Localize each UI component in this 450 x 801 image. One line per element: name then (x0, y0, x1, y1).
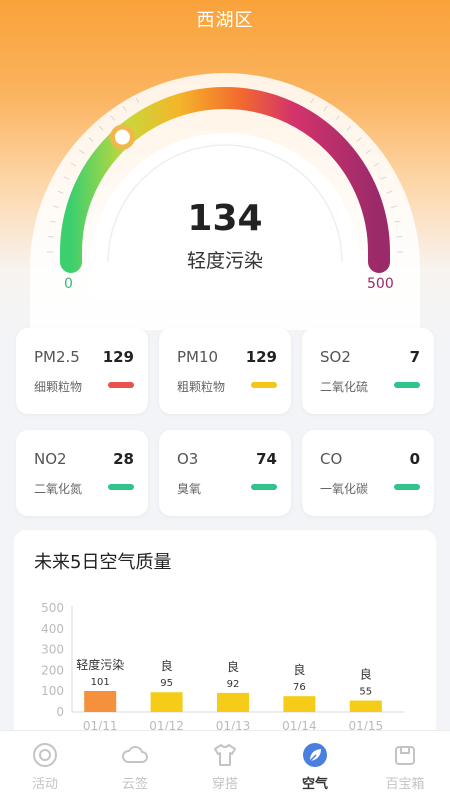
pollutant-level-bar (394, 382, 420, 388)
forecast-bar (283, 696, 316, 712)
bar-value-label: 101 (91, 677, 110, 688)
tab-label: 百宝箱 (385, 777, 425, 792)
pollutant-value: 129 (102, 348, 134, 366)
tab-label: 活动 (31, 777, 58, 792)
pollutant-value: 74 (256, 450, 277, 468)
aqi-value: 134 (187, 198, 263, 239)
location-title[interactable]: 西湖区 (0, 6, 450, 32)
pollutant-name: CO (320, 450, 343, 468)
tab-air[interactable]: 空气 (270, 731, 360, 801)
scale-max-label: 500 (367, 276, 394, 292)
pollutant-level-bar (251, 382, 277, 388)
pollutant-desc: 一氧化碳 (320, 482, 369, 496)
pollutant-name: O3 (177, 450, 199, 468)
y-tick-label: 0 (56, 705, 64, 719)
pollutant-desc: 二氧化硫 (320, 380, 369, 394)
forecast-card: 未来5日空气质量 0 100 200 300 400 500 101 轻度污染 01/11 95 良… (14, 530, 436, 740)
cloud-icon (122, 746, 148, 763)
y-tick-label: 500 (41, 601, 64, 615)
bar-level-label: 良 (360, 667, 372, 682)
pollutant-name: SO2 (320, 348, 351, 366)
pollutant-value: 129 (245, 348, 277, 366)
pollutant-level-bar (108, 484, 134, 490)
shirt-icon (214, 744, 236, 766)
pollutant-card-o3[interactable]: O3 74 臭氧 (159, 430, 291, 516)
forecast-bar (349, 700, 382, 712)
pollutant-desc: 臭氧 (177, 482, 202, 496)
tab-label: 云签 (121, 777, 148, 792)
pollutant-card-pm10[interactable]: PM10 129 粗颗粒物 (159, 328, 291, 414)
pollutant-level-bar (251, 484, 277, 490)
bottom-tab-bar: 活动 云签 穿搭 空气 百宝箱 (0, 730, 450, 801)
aqi-gauge (30, 73, 420, 330)
y-tick-label: 400 (41, 622, 64, 636)
bar-value-label: 55 (359, 687, 372, 698)
tab-label: 穿搭 (211, 777, 238, 792)
leaf-icon (303, 743, 327, 767)
y-tick-label: 100 (41, 684, 64, 698)
bar-value-label: 92 (227, 679, 240, 690)
bar-level-label: 良 (293, 662, 305, 677)
bar-level-label: 良 (161, 658, 173, 673)
forecast-bar (217, 692, 249, 712)
bar-value-label: 95 (160, 678, 173, 689)
box-icon (395, 746, 415, 765)
forecast-bar (150, 692, 183, 712)
bar-level-label: 良 (227, 659, 239, 674)
pollutant-card-no2[interactable]: NO2 28 二氧化氮 (16, 430, 148, 516)
gauge-marker (109, 124, 135, 150)
pollutant-desc: 二氧化氮 (34, 482, 83, 496)
y-tick-label: 200 (41, 663, 64, 677)
y-tick-label: 300 (41, 643, 64, 657)
aqi-level: 轻度污染 (186, 250, 263, 272)
bar-level-label: 轻度污染 (76, 657, 124, 672)
tab-cloud[interactable]: 云签 (90, 731, 180, 801)
pollutant-name: NO2 (34, 450, 67, 468)
tab-toolbox[interactable]: 百宝箱 (360, 731, 450, 801)
pollutant-level-bar (394, 484, 420, 490)
pollutant-desc: 粗颗粒物 (177, 380, 226, 394)
pollutant-value: 28 (113, 450, 134, 468)
tab-activity[interactable]: 活动 (0, 731, 90, 801)
pollutant-value: 7 (409, 348, 420, 366)
bar-value-label: 76 (293, 682, 306, 693)
forecast-chart: 0100200300400500101轻度污染01/1195良01/1292良0… (41, 601, 404, 733)
scale-min-label: 0 (64, 276, 73, 292)
activity-icon (33, 743, 57, 767)
pollutant-desc: 细颗粒物 (34, 380, 83, 394)
pollutant-card-so2[interactable]: SO2 7 二氧化硫 (302, 328, 434, 414)
pollutant-card-pm25[interactable]: PM2.5 129 细颗粒物 (16, 328, 148, 414)
tab-outfit[interactable]: 穿搭 (180, 731, 270, 801)
pollutant-card-co[interactable]: CO 0 一氧化碳 (302, 430, 434, 516)
pollutant-value: 0 (409, 450, 420, 468)
pollutant-name: PM10 (177, 348, 219, 366)
pollutant-level-bar (108, 382, 134, 388)
pollutant-name: PM2.5 (34, 348, 80, 366)
tab-label: 空气 (301, 777, 328, 792)
forecast-bar (84, 690, 117, 712)
